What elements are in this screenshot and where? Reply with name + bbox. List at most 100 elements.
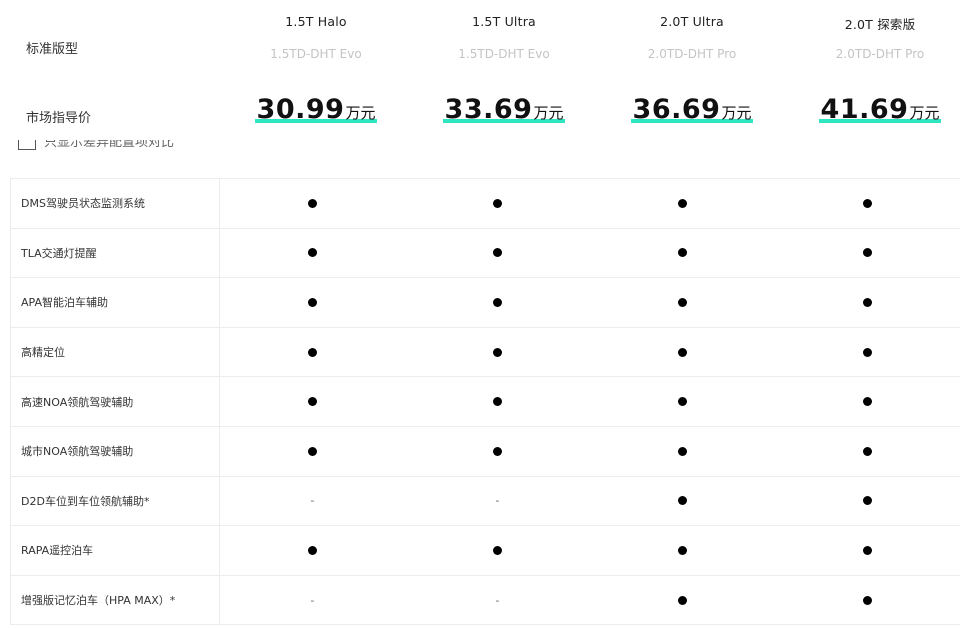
table-row: 城市NOA领航驾驶辅助 [11, 426, 960, 477]
feature-standard-cell [775, 477, 960, 526]
feature-standard-cell [405, 427, 590, 476]
feature-name: TLA交通灯提醒 [11, 228, 220, 278]
feature-standard-cell [775, 229, 960, 278]
model-price: 33.69万元 [410, 94, 598, 125]
model-name: 1.5T Ultra [472, 14, 536, 29]
feature-unavailable-cell: - [405, 576, 590, 625]
standard-dot-icon [677, 198, 687, 208]
feature-unavailable-cell: - [220, 477, 405, 526]
standard-dot-icon [492, 297, 502, 307]
feature-standard-cell [590, 576, 775, 625]
table-row: DMS驾驶员状态监测系统 [11, 179, 960, 229]
feature-standard-cell [220, 526, 405, 575]
standard-dot-icon [492, 397, 502, 407]
feature-table: DMS驾驶员状态监测系统 TLA交通灯提醒 APA智能泊车辅助 高精定位 高速NOA领航… [10, 178, 960, 626]
standard-dot-icon [492, 446, 502, 456]
table-row: RAPA遥控泊车 [11, 526, 960, 576]
feature-standard-cell [775, 427, 960, 476]
standard-dot-icon [307, 446, 317, 456]
standard-dot-icon [492, 347, 502, 357]
comparison-header: 标准版型 市场指导价 1.5T Halo 1.5TD-DHT Evo 30.99万元… [0, 0, 960, 150]
standard-dot-icon [307, 397, 317, 407]
feature-name: 城市NOA领航驾驶辅助 [11, 426, 220, 476]
model-price: 36.69万元 [598, 94, 786, 125]
feature-standard-cell [220, 179, 405, 228]
difference-only-checkbox[interactable] [18, 140, 36, 150]
feature-standard-cell [220, 427, 405, 476]
msrp-label: 市场指导价 [26, 111, 92, 126]
model-price: 30.99万元 [222, 94, 410, 125]
price-unit: 万元 [721, 104, 752, 122]
engine-spec: 2.0TD-DHT Pro [835, 47, 925, 61]
feature-standard-cell [405, 377, 590, 426]
standard-dot-icon [492, 248, 502, 258]
standard-dot-icon [307, 198, 317, 208]
standard-dot-icon [863, 198, 872, 208]
feature-standard-cell [405, 526, 590, 575]
feature-standard-cell [775, 328, 960, 377]
feature-standard-cell [590, 229, 775, 278]
standard-dot-icon [492, 198, 502, 208]
standard-model-label: 标准版型 [26, 42, 79, 57]
standard-dot-icon [307, 248, 317, 258]
feature-standard-cell [405, 278, 590, 327]
model-column: 1.5T Halo 1.5TD-DHT Evo 30.99万元 [222, 0, 410, 150]
feature-name: APA智能泊车辅助 [11, 278, 220, 327]
difference-only-label: 只显示差异配置项对比 [44, 140, 175, 150]
standard-dot-icon [863, 595, 872, 605]
standard-dot-icon [863, 496, 872, 506]
table-row: TLA交通灯提醒 [11, 228, 960, 279]
table-row: 高速NOA领航驾驶辅助 [11, 377, 960, 427]
model-column: 2.0T Ultra 2.0TD-DHT Pro 36.69万元 [598, 0, 786, 150]
feature-standard-cell [775, 576, 960, 625]
table-row: 增强版记忆泊车（HPA MAX）* - - [11, 575, 960, 626]
standard-dot-icon [492, 545, 502, 555]
unavailable-mark: - [495, 494, 500, 508]
feature-standard-cell [405, 328, 590, 377]
price-unit: 万元 [533, 104, 564, 122]
model-name: 1.5T Halo [285, 14, 347, 29]
feature-standard-cell [220, 328, 405, 377]
feature-standard-cell [220, 229, 405, 278]
feature-standard-cell [405, 179, 590, 228]
standard-dot-icon [307, 545, 317, 555]
feature-standard-cell [590, 427, 775, 476]
unavailable-mark: - [310, 494, 315, 508]
price-value: 33.69 [444, 94, 533, 125]
feature-name: 高精定位 [11, 327, 220, 377]
standard-dot-icon [677, 297, 687, 307]
feature-standard-cell [775, 278, 960, 327]
standard-dot-icon [677, 496, 687, 506]
standard-dot-icon [863, 297, 872, 307]
feature-name: RAPA遥控泊车 [11, 526, 220, 575]
standard-dot-icon [677, 347, 687, 357]
unavailable-mark: - [495, 593, 500, 607]
standard-dot-icon [677, 397, 687, 407]
feature-name: D2D车位到车位领航辅助* [11, 476, 220, 526]
feature-unavailable-cell: - [220, 576, 405, 625]
standard-dot-icon [863, 347, 872, 357]
unavailable-mark: - [310, 593, 315, 607]
table-row: 高精定位 [11, 327, 960, 378]
price-value: 36.69 [632, 94, 721, 125]
engine-spec: 1.5TD-DHT Evo [270, 47, 362, 61]
model-column: 1.5T Ultra 1.5TD-DHT Evo 33.69万元 [410, 0, 598, 150]
model-price: 41.69万元 [786, 94, 960, 125]
standard-dot-icon [863, 545, 872, 555]
price-value: 41.69 [820, 94, 909, 125]
feature-standard-cell [590, 278, 775, 327]
model-column: 2.0T 探索版 2.0TD-DHT Pro 41.69万元 [786, 0, 960, 150]
feature-standard-cell [775, 526, 960, 575]
price-unit: 万元 [909, 104, 940, 122]
feature-standard-cell [405, 229, 590, 278]
standard-dot-icon [863, 446, 872, 456]
feature-standard-cell [775, 179, 960, 228]
model-name: 2.0T 探索版 [844, 17, 916, 32]
feature-standard-cell [590, 526, 775, 575]
standard-dot-icon [677, 248, 687, 258]
feature-name: DMS驾驶员状态监测系统 [11, 179, 220, 228]
feature-standard-cell [590, 477, 775, 526]
engine-spec: 1.5TD-DHT Evo [458, 47, 550, 61]
difference-toggle-bar: 只显示差异配置项对比 [0, 140, 960, 152]
feature-standard-cell [590, 328, 775, 377]
